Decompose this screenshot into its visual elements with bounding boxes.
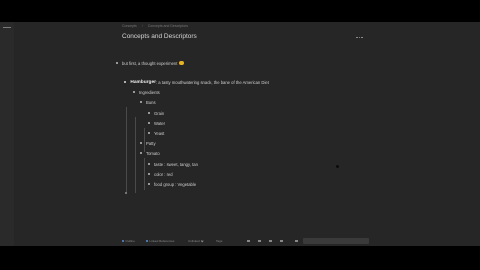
empty-bullet-icon[interactable]: [125, 192, 127, 194]
outline-item-text: Tomato: [146, 150, 160, 156]
more-options-icon[interactable]: [356, 36, 363, 39]
status-bar: Outline Linked References Unlinked Tags: [122, 238, 372, 244]
outline-item-text: food group : Vegetable: [154, 181, 197, 187]
outline-item-text: Ingredients: [139, 89, 160, 95]
chevron-down-icon: [201, 240, 204, 243]
left-gutter: [0, 22, 14, 246]
outline-icon: [122, 239, 125, 243]
outline-item[interactable]: food group : Vegetable: [148, 180, 196, 188]
outline-item[interactable]: Grain: [148, 109, 164, 117]
page-title[interactable]: Concepts and Descriptors: [122, 33, 197, 40]
outline-item[interactable]: color : red: [148, 170, 173, 178]
status-item-outline[interactable]: Outline: [122, 238, 135, 244]
bullet-icon[interactable]: [148, 122, 150, 124]
toolbar-button[interactable]: [258, 238, 261, 244]
status-item-label: Tags: [216, 239, 223, 243]
outline-item[interactable]: Patty: [140, 139, 156, 147]
bullet-icon[interactable]: [148, 173, 150, 175]
breadcrumb-item[interactable]: Concepts: [122, 24, 137, 28]
toolbar-button[interactable]: [280, 238, 283, 244]
breadcrumb: Concepts / Concepts and Descriptors: [122, 24, 188, 28]
format-icon: [247, 239, 250, 243]
outline-item-text: Patty: [146, 140, 156, 146]
outline-item-text: : a tasty mouthwatering snack, the bane …: [155, 79, 269, 85]
outline-item-text: but first, a thought experiment: [122, 60, 178, 66]
status-item-label: Unlinked: [188, 239, 200, 243]
indent-guide: [144, 158, 145, 190]
breadcrumb-separator-icon: /: [141, 24, 143, 28]
format-icon: [269, 239, 272, 243]
bullet-icon[interactable]: [133, 91, 135, 93]
menu-icon[interactable]: [3, 27, 11, 28]
bullet-icon[interactable]: [140, 101, 142, 103]
status-item-linked-references[interactable]: Linked References: [146, 238, 174, 244]
status-item-unlinked[interactable]: Unlinked: [188, 238, 204, 244]
bullet-icon[interactable]: [140, 142, 142, 144]
format-icon: [280, 239, 283, 243]
status-item-label: Linked References: [149, 239, 175, 243]
bullet-icon[interactable]: [148, 163, 150, 165]
search-icon-button[interactable]: [295, 238, 298, 244]
outline-item[interactable]: Water: [148, 119, 165, 127]
outline-item[interactable]: Hamburger : a tasty mouthwatering snack,…: [124, 78, 269, 86]
mouse-cursor-icon: [336, 165, 339, 168]
bullet-icon[interactable]: [148, 112, 150, 114]
bullet-icon[interactable]: [116, 62, 118, 64]
outline-item-text: Water: [154, 120, 166, 126]
toolbar-button[interactable]: [247, 238, 250, 244]
outline-item[interactable]: Ingredients: [133, 88, 160, 96]
outline-item-label: Hamburger: [130, 79, 156, 85]
outline-item[interactable]: Yeast: [148, 129, 164, 137]
bullet-icon[interactable]: [124, 80, 127, 84]
outline-item-text: Buns: [146, 99, 156, 105]
link-icon: [146, 239, 149, 243]
bullet-icon[interactable]: [140, 152, 142, 154]
outline-item-text: taste : sweet, tangy, tan: [154, 161, 198, 167]
outline-item[interactable]: Buns: [140, 98, 156, 106]
thinking-face-icon: [179, 60, 184, 66]
outline-item-text: color : red: [154, 171, 173, 177]
bullet-icon[interactable]: [148, 132, 150, 134]
search-input[interactable]: [303, 238, 369, 244]
outline-item[interactable]: Tomato: [140, 149, 160, 157]
bullet-icon[interactable]: [148, 183, 150, 185]
format-icon: [258, 239, 261, 243]
toolbar-button[interactable]: [269, 238, 272, 244]
status-item-tags[interactable]: Tags: [216, 238, 222, 244]
app-window: Concepts / Concepts and Descriptors Conc…: [0, 22, 480, 246]
outline-item[interactable]: taste : sweet, tangy, tan: [148, 160, 198, 168]
outline-item[interactable]: but first, a thought experiment: [116, 59, 184, 67]
breadcrumb-item[interactable]: Concepts and Descriptors: [148, 24, 188, 28]
indent-guide: [135, 117, 136, 193]
editor-panel: Concepts / Concepts and Descriptors Conc…: [14, 22, 480, 246]
outline-item-text: Yeast: [154, 130, 165, 136]
status-item-label: Outline: [125, 239, 135, 243]
indent-guide: [126, 107, 127, 193]
search-icon: [295, 239, 298, 243]
outline-item-text: Grain: [154, 110, 165, 116]
